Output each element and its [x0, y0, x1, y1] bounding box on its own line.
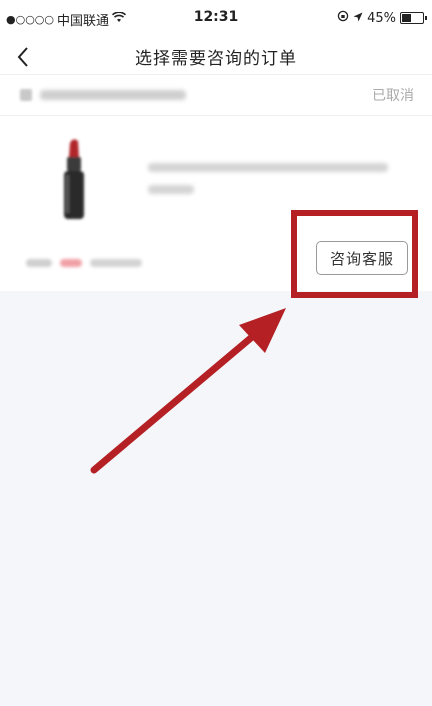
shop-row: 已取消: [0, 75, 432, 116]
meta-blurred-text: [90, 259, 142, 267]
status-indicators: 45%: [337, 10, 427, 26]
shop-name-blurred: [40, 90, 186, 100]
highlight-box: [291, 210, 418, 298]
order-meta-row: [26, 259, 142, 267]
page-title: 选择需要咨询的订单: [135, 49, 297, 69]
meta-blurred-text: [26, 259, 52, 267]
product-title-blurred-line1: [148, 163, 388, 172]
order-status: 已取消: [372, 88, 414, 104]
battery-percent: 45%: [367, 10, 396, 26]
navigation-bar: 选择需要咨询的订单: [0, 40, 432, 74]
battery-icon: [400, 12, 427, 24]
status-bar: ●○○○○ 中国联通 12:31 45%: [0, 0, 432, 40]
product-image: [64, 139, 84, 219]
orientation-lock-icon: [337, 10, 349, 26]
location-arrow-icon: [353, 11, 363, 26]
shop-icon: [20, 89, 32, 101]
meta-blurred-price: [60, 259, 82, 267]
product-title-blurred-line2: [148, 185, 194, 194]
